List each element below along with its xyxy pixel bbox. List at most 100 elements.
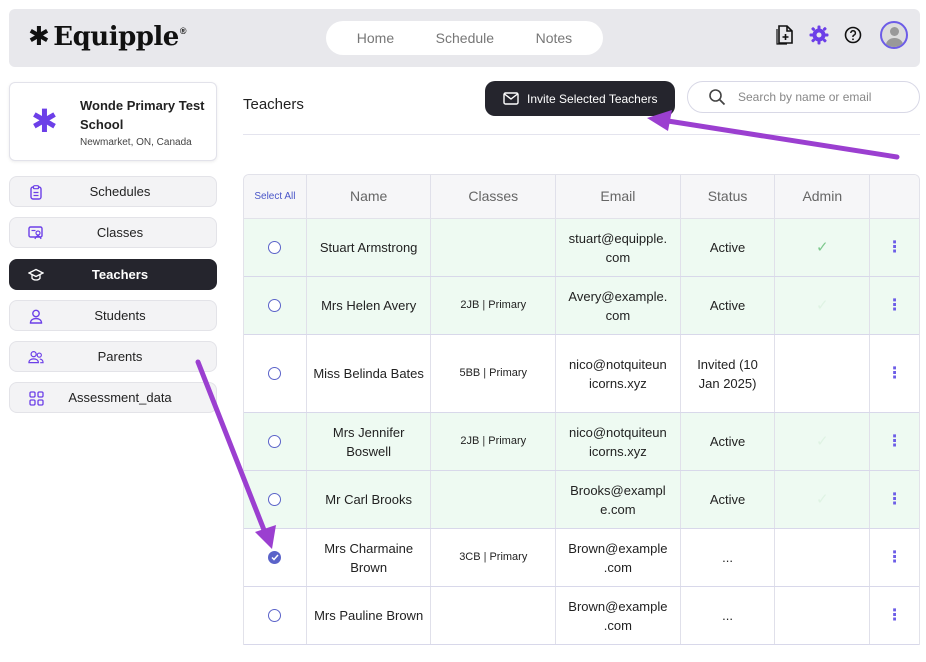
row-select-cell: [244, 413, 307, 470]
admin-check-icon: ✓: [815, 433, 829, 450]
teacher-classes: 2JB | Primary: [431, 277, 557, 334]
admin-cell[interactable]: [775, 335, 871, 412]
row-select-radio[interactable]: [268, 435, 282, 448]
sidebar-item-assessment-data[interactable]: Assessment_data: [9, 382, 217, 413]
row-actions: ⋮: [870, 413, 919, 470]
sidebar-item-students[interactable]: Students: [9, 300, 217, 331]
app-logo[interactable]: ✱ Equipple ®: [28, 20, 187, 54]
row-select-radio[interactable]: [268, 367, 282, 380]
sidebar-item-teachers[interactable]: Teachers: [9, 259, 217, 290]
admin-check-icon: ✓: [815, 491, 829, 508]
teachers-table: Select All Name Classes Email Status Adm…: [243, 174, 920, 645]
search-input[interactable]: [738, 90, 898, 104]
table-row[interactable]: Mrs Helen Avery 2JB | Primary Avery@exampl…: [244, 277, 919, 335]
admin-cell[interactable]: [775, 587, 871, 644]
teacher-name: Stuart Armstrong: [307, 219, 432, 276]
more-options-icon[interactable]: ⋮: [887, 491, 903, 508]
teacher-name: Mrs Charmaine Brown: [307, 529, 432, 586]
teacher-email: nico@notquiteun icorns.xyz: [556, 413, 681, 470]
add-file-icon[interactable]: [774, 24, 796, 46]
more-options-icon[interactable]: ⋮: [887, 239, 903, 256]
teacher-email: nico@notquiteun icorns.xyz: [556, 335, 681, 412]
admin-cell[interactable]: ✓: [775, 277, 871, 334]
row-actions: ⋮: [870, 335, 919, 412]
column-header-name[interactable]: Name: [307, 175, 432, 218]
teacher-status: Active: [681, 219, 776, 276]
settings-gear-icon[interactable]: [808, 24, 830, 46]
teacher-email: Brooks@exampl e.com: [556, 471, 681, 528]
more-options-icon[interactable]: ⋮: [887, 297, 903, 314]
teacher-status: Active: [681, 471, 776, 528]
column-header-status[interactable]: Status: [681, 175, 776, 218]
column-header-classes[interactable]: Classes: [431, 175, 557, 218]
admin-cell[interactable]: ✓: [775, 219, 871, 276]
teacher-status: Invited (10 Jan 2025): [681, 335, 776, 412]
admin-check-icon: ✓: [815, 239, 829, 256]
table-row[interactable]: Mrs Pauline Brown Brown@example .com ... …: [244, 587, 919, 645]
logo-asterisk-icon: ✱: [28, 22, 50, 52]
teacher-classes: [431, 587, 557, 644]
column-header-actions: [870, 175, 919, 218]
page-title: Teachers: [243, 96, 304, 113]
graduation-cap-icon: [28, 267, 44, 283]
nav-schedule[interactable]: Schedule: [436, 30, 494, 46]
teacher-name: Mrs Helen Avery: [307, 277, 432, 334]
column-header-admin[interactable]: Admin: [775, 175, 871, 218]
select-all-header[interactable]: Select All: [244, 175, 307, 218]
person-icon: [28, 308, 44, 324]
admin-check-icon: ✓: [815, 297, 829, 314]
teacher-name: Mr Carl Brooks: [307, 471, 432, 528]
row-select-cell: [244, 471, 307, 528]
teacher-email: Brown@example .com: [556, 529, 681, 586]
more-options-icon[interactable]: ⋮: [887, 607, 903, 624]
row-actions: ⋮: [870, 277, 919, 334]
school-asterisk-icon: ✱: [31, 102, 58, 140]
table-header-row: Select All Name Classes Email Status Adm…: [244, 175, 919, 219]
row-select-cell: [244, 335, 307, 412]
row-select-radio[interactable]: [268, 299, 282, 312]
top-bar: ✱ Equipple ® Home Schedule Notes: [9, 9, 920, 67]
teacher-status: ...: [681, 587, 776, 644]
teacher-name: Mrs Pauline Brown: [307, 587, 432, 644]
more-options-icon[interactable]: ⋮: [887, 549, 903, 566]
user-avatar[interactable]: [880, 21, 908, 49]
row-select-radio[interactable]: [268, 493, 282, 506]
nav-home[interactable]: Home: [357, 30, 394, 46]
teacher-status: Active: [681, 277, 776, 334]
school-card[interactable]: ✱ Wonde Primary Test School Newmarket, O…: [9, 82, 217, 161]
row-select-radio[interactable]: [268, 609, 282, 622]
school-location: Newmarket, ON, Canada: [80, 137, 192, 148]
help-icon[interactable]: [842, 24, 864, 46]
sidebar-item-schedules[interactable]: Schedules: [9, 176, 217, 207]
row-select-cell: [244, 587, 307, 644]
more-options-icon[interactable]: ⋮: [887, 365, 903, 382]
admin-cell[interactable]: ✓: [775, 471, 871, 528]
nav-notes[interactable]: Notes: [536, 30, 573, 46]
teacher-email: Brown@example .com: [556, 587, 681, 644]
table-row[interactable]: Miss Belinda Bates 5BB | Primary nico@notq…: [244, 335, 919, 413]
teacher-status: Active: [681, 413, 776, 470]
sidebar-item-parents[interactable]: Parents: [9, 341, 217, 372]
table-row[interactable]: Mr Carl Brooks Brooks@exampl e.com Active…: [244, 471, 919, 529]
table-row[interactable]: Mrs Charmaine Brown 3CB | Primary Brown@ex…: [244, 529, 919, 587]
teacher-classes: [431, 219, 557, 276]
teacher-email: Avery@example. com: [556, 277, 681, 334]
admin-cell[interactable]: [775, 529, 871, 586]
admin-cell[interactable]: ✓: [775, 413, 871, 470]
envelope-icon: [503, 92, 519, 105]
sidebar-item-classes[interactable]: Classes: [9, 217, 217, 248]
teacher-classes: 5BB | Primary: [431, 335, 557, 412]
row-select-radio-checked[interactable]: [268, 551, 282, 564]
top-actions: [774, 21, 908, 49]
invite-selected-teachers-button[interactable]: Invite Selected Teachers: [485, 81, 675, 116]
table-row[interactable]: Mrs Jennifer Boswell 2JB | Primary nico@no…: [244, 413, 919, 471]
school-name: Wonde Primary Test School: [80, 98, 205, 132]
row-select-radio[interactable]: [268, 241, 282, 254]
column-header-email[interactable]: Email: [556, 175, 681, 218]
table-row[interactable]: Stuart Armstrong stuart@equipple. com Act…: [244, 219, 919, 277]
row-select-cell: [244, 529, 307, 586]
more-options-icon[interactable]: ⋮: [887, 433, 903, 450]
teacher-classes: 2JB | Primary: [431, 413, 557, 470]
teacher-status: ...: [681, 529, 776, 586]
teacher-classes: [431, 471, 557, 528]
